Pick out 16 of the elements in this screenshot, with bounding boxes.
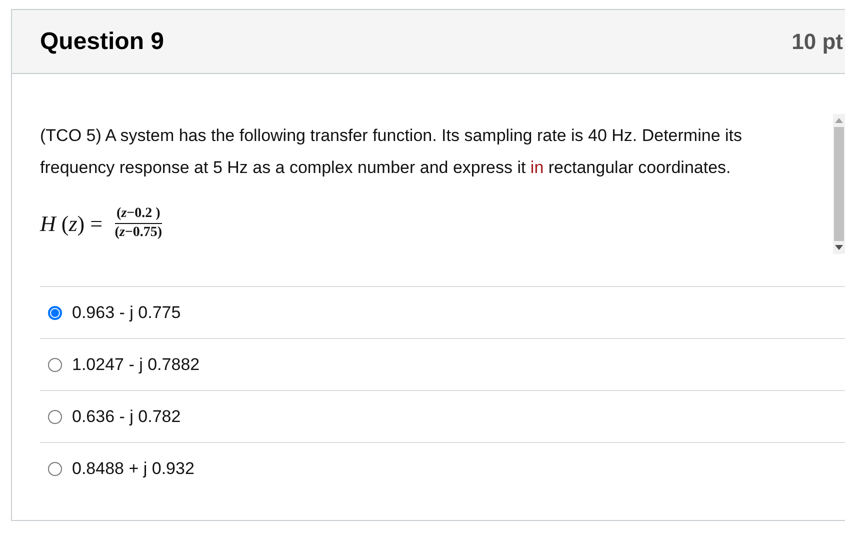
answer-label[interactable]: 1.0247 - j 0.7882 xyxy=(72,354,200,374)
formula-lhs: H (z) = xyxy=(40,210,103,236)
points-label: 10 pt xyxy=(792,28,843,54)
question-title: Question 9 xyxy=(40,28,164,56)
answer-label[interactable]: 0.636 - j 0.782 xyxy=(72,406,181,426)
scroll-down-icon[interactable] xyxy=(835,245,843,250)
radio-button[interactable] xyxy=(48,462,62,476)
answer-label[interactable]: 0.8488 + j 0.932 xyxy=(72,458,194,478)
scrollbar[interactable] xyxy=(833,114,845,254)
radio-button[interactable] xyxy=(48,410,62,424)
scroll-thumb[interactable] xyxy=(834,127,844,241)
radio-button[interactable] xyxy=(48,358,62,372)
answer-label[interactable]: 0.963 - j 0.775 xyxy=(72,302,181,322)
fraction: (z−0.2 ) (z−0.75) xyxy=(114,206,162,241)
radio-button[interactable] xyxy=(48,306,62,320)
question-text: (TCO 5) A system has the following transfer function. Its sampling rate is 40 Hz. Determine its frequency response at 5 Hz as a complex number and express it in rectangular coordinates. xyxy=(40,125,743,179)
